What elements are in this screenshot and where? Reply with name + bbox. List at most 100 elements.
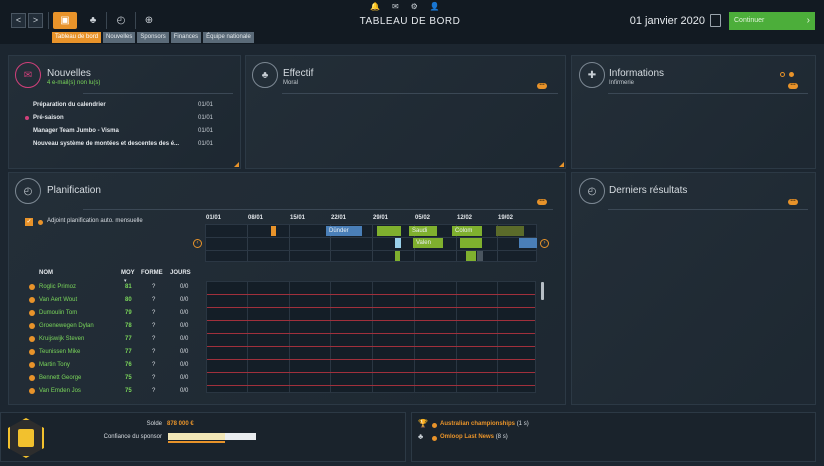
row-line — [207, 307, 535, 308]
result-item[interactable]: Omloop Last News (8 s) — [440, 434, 508, 440]
news-subject: Nouveau système de montées et descentes … — [33, 141, 180, 147]
scrollbar[interactable] — [541, 282, 544, 300]
rider-days: 0/0 — [180, 362, 189, 368]
more-button[interactable]: ••• — [537, 83, 547, 89]
more-button[interactable]: ••• — [537, 199, 547, 205]
event-bar[interactable] — [496, 226, 524, 236]
news-item[interactable]: Manager Team Jumbo - Visma 01/01 — [33, 128, 213, 134]
bell-icon[interactable]: 🔔 — [370, 2, 380, 11]
news-item[interactable]: Nouveau système de montées et descentes … — [33, 141, 213, 147]
rider-status-dot — [29, 362, 35, 368]
event-bar[interactable] — [477, 251, 483, 261]
rider-row[interactable]: Roglic Primoz 81? 0/0 — [28, 281, 206, 293]
event-bar[interactable] — [271, 226, 276, 236]
team-icon[interactable]: ♣ — [81, 12, 105, 29]
rider-days: 0/0 — [180, 375, 189, 381]
user-icon[interactable]: 👤 — [430, 2, 440, 11]
timeline-date: 29/01 — [373, 215, 389, 221]
rider-status-dot — [29, 336, 35, 342]
rider-average: 75 — [125, 375, 132, 381]
timeline: Dünder Saudi Colom Valen — [205, 224, 537, 262]
stopwatch-icon[interactable]: ◴ — [109, 12, 133, 29]
rider-schedule-grid — [206, 281, 536, 393]
rider-name: Bennett George — [39, 375, 82, 381]
timeline-date: 01/01 — [206, 215, 222, 221]
rider-row[interactable]: Van Emden Jos 75? 0/0 — [28, 385, 206, 397]
mail-icon[interactable]: ✉ — [392, 2, 399, 11]
more-button[interactable]: ••• — [788, 83, 798, 89]
rider-average: 79 — [125, 310, 132, 316]
nav-forward-button[interactable]: > — [28, 13, 43, 28]
timeline-date: 08/01 — [248, 215, 264, 221]
tab-news[interactable]: Nouvelles — [103, 32, 136, 43]
auto-planning-checkbox[interactable]: ✓ — [25, 218, 33, 226]
resize-corner[interactable] — [559, 162, 564, 167]
tab-finances[interactable]: Finances — [170, 32, 202, 43]
rider-status-dot — [29, 349, 35, 355]
rider-row[interactable]: Teunissen Mike 77? 0/0 — [28, 346, 206, 358]
rider-form: ? — [152, 375, 156, 381]
rider-average: 81 — [125, 284, 132, 290]
event-bar[interactable] — [395, 251, 400, 261]
rider-row[interactable]: Groenewegen Dylan 78? 0/0 — [28, 320, 206, 332]
rider-row[interactable]: Martin Tony 76? 0/0 — [28, 359, 206, 371]
continue-button[interactable]: Continuer › — [729, 12, 815, 30]
info-title: Informations — [609, 68, 665, 79]
first-aid-icon: ✚ — [579, 62, 605, 88]
infirmary-label: Infirmerie — [609, 80, 635, 86]
page-dot[interactable] — [780, 72, 785, 77]
trophy-icon: 🏆 — [418, 419, 428, 428]
grid-line — [414, 282, 415, 392]
resize-corner[interactable] — [234, 162, 239, 167]
tab-sponsors[interactable]: Sponsors — [137, 32, 169, 43]
event-bar[interactable] — [466, 251, 476, 261]
top-icons: 🔔 ✉ ⚙ 👤 — [370, 2, 440, 11]
rider-status-dot — [29, 388, 35, 394]
event-bar[interactable] — [377, 226, 401, 236]
rider-row[interactable]: Kruijswijk Steven 77? 0/0 — [28, 333, 206, 345]
unread-dot — [25, 116, 29, 120]
column-header-form[interactable]: FORME — [141, 270, 163, 276]
briefcase-icon[interactable]: ▣ — [53, 12, 77, 29]
column-header-avg[interactable]: MOY — [121, 270, 135, 276]
news-item[interactable]: Préparation du calendrier 01/01 — [33, 102, 213, 108]
timeline-prev-button[interactable]: ‹ — [193, 239, 202, 248]
rider-form: ? — [152, 349, 156, 355]
rider-row[interactable]: Bennett George 75? 0/0 — [28, 372, 206, 384]
event-bar[interactable]: Saudi — [409, 226, 437, 236]
event-bar[interactable]: Valen — [413, 238, 443, 248]
news-date: 01/01 — [197, 128, 213, 134]
results-panel — [571, 172, 816, 405]
rider-days: 0/0 — [180, 284, 189, 290]
more-button[interactable]: ••• — [788, 199, 798, 205]
gear-icon[interactable]: ⚙ — [411, 2, 418, 11]
rider-row[interactable]: Dumoulin Tom 79? 0/0 — [28, 307, 206, 319]
result-item[interactable]: Australian championships (1 s) — [440, 421, 529, 427]
rider-days: 0/0 — [180, 349, 189, 355]
row-line — [207, 333, 535, 334]
nav-back-button[interactable]: < — [11, 13, 26, 28]
rider-row[interactable]: Van Aert Wout 80? 0/0 — [28, 294, 206, 306]
timeline-next-button[interactable]: › — [540, 239, 549, 248]
globe-icon[interactable]: ⊕ — [137, 12, 161, 29]
tab-national-team[interactable]: Équipe nationale — [203, 32, 254, 43]
column-header-name[interactable]: NOM — [39, 270, 53, 276]
event-bar[interactable]: Colom — [452, 226, 482, 236]
tab-dashboard[interactable]: Tableau de bord — [52, 32, 102, 43]
column-header-days[interactable]: JOURS — [170, 270, 191, 276]
grid-line — [456, 282, 457, 392]
event-bar[interactable]: Dünder — [326, 226, 362, 236]
event-bar[interactable] — [460, 238, 482, 248]
team-icon: ♣ — [418, 432, 424, 441]
event-bar[interactable] — [519, 238, 537, 248]
divider — [282, 93, 558, 94]
calendar-icon[interactable] — [710, 14, 721, 27]
divider — [83, 93, 233, 94]
row-line — [207, 372, 535, 373]
page-dot-active[interactable] — [789, 72, 794, 77]
rider-days: 0/0 — [180, 297, 189, 303]
row-line — [207, 346, 535, 347]
event-bar[interactable] — [395, 238, 401, 248]
news-item[interactable]: Pré-saison 01/01 — [33, 115, 213, 121]
result-count: (8 s) — [495, 434, 508, 440]
